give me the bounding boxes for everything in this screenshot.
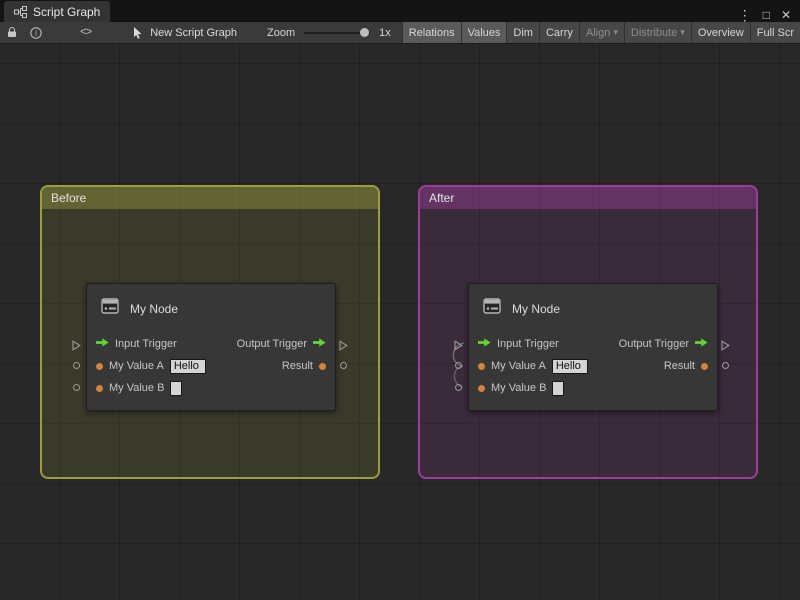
input-trigger-label: Input Trigger <box>497 338 559 350</box>
flow-output-port[interactable] <box>339 338 348 356</box>
flow-arrow-icon <box>695 338 708 350</box>
input-trigger-label: Input Trigger <box>115 338 177 350</box>
value-b-input-port[interactable] <box>73 384 80 391</box>
flow-arrow-icon <box>96 338 109 350</box>
graph-name-label: New Script Graph <box>150 27 237 39</box>
value-a-field[interactable] <box>170 359 206 374</box>
flow-input-port[interactable] <box>454 338 463 356</box>
node-title: My Node <box>130 302 178 316</box>
port-row: My Value A Result <box>87 355 335 377</box>
tab-script-graph[interactable]: Script Graph <box>4 1 110 22</box>
port-row: Input Trigger Output Trigger <box>87 333 335 355</box>
chevron-down-icon: ▾ <box>613 27 618 38</box>
lock-icon[interactable] <box>7 27 17 38</box>
carry-button[interactable]: Carry <box>539 22 579 43</box>
dim-button[interactable]: Dim <box>506 22 539 43</box>
group-before-header[interactable]: Before <box>42 187 378 209</box>
chevron-down-icon: ▾ <box>680 27 685 38</box>
zoom-label: Zoom <box>267 27 295 39</box>
align-button: Align▾ <box>579 22 624 43</box>
distribute-button: Distribute▾ <box>624 22 691 43</box>
node-icon <box>481 295 503 322</box>
node-my-node[interactable]: My Node Input Trigger Output Trigger <box>86 283 336 411</box>
menu-kebab-icon[interactable]: ⋮ <box>738 8 752 22</box>
tab-label: Script Graph <box>33 5 100 19</box>
value-a-field[interactable] <box>552 359 588 374</box>
flow-output-port[interactable] <box>721 338 730 356</box>
script-graph-icon <box>14 6 27 18</box>
result-output-port[interactable] <box>722 362 729 369</box>
value-port-dot <box>478 385 485 392</box>
node-title: My Node <box>512 302 560 316</box>
external-output-ports <box>339 283 351 411</box>
value-b-label: My Value B <box>491 382 546 394</box>
maximize-icon[interactable]: □ <box>763 9 770 21</box>
result-output-port[interactable] <box>340 362 347 369</box>
code-icon[interactable]: <> <box>80 27 91 39</box>
value-b-input-port[interactable] <box>455 384 462 391</box>
node-header[interactable]: My Node <box>87 284 335 333</box>
group-before-label: Before <box>51 191 86 205</box>
value-port-dot <box>701 363 708 370</box>
tab-strip: Script Graph ⋮ □ ✕ <box>0 0 800 22</box>
port-row: My Value B <box>87 377 335 399</box>
external-input-ports <box>454 283 466 411</box>
flow-arrow-icon <box>313 338 326 350</box>
group-after-header[interactable]: After <box>420 187 756 209</box>
node-wrap-after: My Node Input Trigger Output Trigger <box>452 283 734 411</box>
window-controls: ⋮ □ ✕ <box>738 8 800 22</box>
result-label: Result <box>282 360 313 372</box>
values-button[interactable]: Values <box>461 22 507 43</box>
port-row: My Value A Result <box>469 355 717 377</box>
result-label: Result <box>664 360 695 372</box>
value-a-label: My Value A <box>491 360 546 372</box>
value-a-label: My Value A <box>109 360 164 372</box>
value-b-label: My Value B <box>109 382 164 394</box>
node-header[interactable]: My Node <box>469 284 717 333</box>
toolbar-buttons: Relations Values Dim Carry Align▾ Distri… <box>402 22 800 43</box>
external-input-ports <box>72 283 84 411</box>
graph-toolbar: i <> New Script Graph Zoom 1x Relations … <box>0 22 800 44</box>
graph-canvas[interactable]: Before After <box>0 44 800 600</box>
value-port-dot <box>319 363 326 370</box>
value-port-dot <box>96 385 103 392</box>
pointer-icon <box>133 27 143 39</box>
value-port-dot <box>96 363 103 370</box>
svg-text:i: i <box>35 28 37 37</box>
port-row: My Value B <box>469 377 717 399</box>
output-trigger-label: Output Trigger <box>619 338 689 350</box>
info-icon[interactable]: i <box>30 27 42 39</box>
flow-arrow-icon <box>478 338 491 350</box>
graph-name: New Script Graph <box>133 27 237 39</box>
value-b-field[interactable] <box>170 381 182 396</box>
value-b-field[interactable] <box>552 381 564 396</box>
zoom-control: Zoom 1x <box>267 27 391 39</box>
relations-button[interactable]: Relations <box>402 22 461 43</box>
overview-button[interactable]: Overview <box>691 22 750 43</box>
flow-input-port[interactable] <box>72 338 81 356</box>
node-icon <box>99 295 121 322</box>
zoom-value: 1x <box>379 27 391 39</box>
value-port-dot <box>478 363 485 370</box>
external-output-ports <box>721 283 733 411</box>
node-my-node[interactable]: My Node Input Trigger Output Trigger <box>468 283 718 411</box>
node-wrap-before: My Node Input Trigger Output Trigger <box>70 283 352 411</box>
script-graph-window: Script Graph ⋮ □ ✕ i <> New Script Graph… <box>0 0 800 600</box>
value-a-input-port[interactable] <box>455 362 462 369</box>
zoom-slider[interactable] <box>304 32 370 34</box>
fullscreen-button[interactable]: Full Scr <box>750 22 800 43</box>
port-row: Input Trigger Output Trigger <box>469 333 717 355</box>
output-trigger-label: Output Trigger <box>237 338 307 350</box>
group-after-label: After <box>429 191 454 205</box>
close-icon[interactable]: ✕ <box>781 9 791 21</box>
zoom-slider-knob[interactable] <box>360 28 369 37</box>
value-a-input-port[interactable] <box>73 362 80 369</box>
